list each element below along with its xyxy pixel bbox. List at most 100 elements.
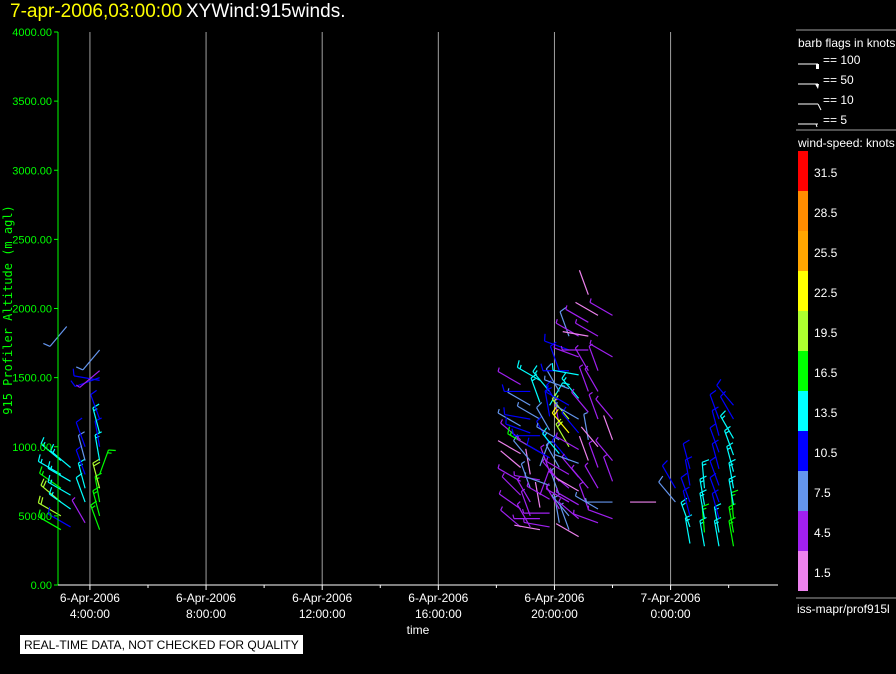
x-tick-date: 6-Apr-2006 xyxy=(524,591,584,605)
wind-profile-chart: 0.00 500.00 1000.00 1500.00 2000.00 2500.00 30… xyxy=(1,27,896,637)
wind-barb xyxy=(534,481,541,508)
barb-legend-label: == 5 xyxy=(823,113,847,127)
x-tick-time: 20:00:00 xyxy=(531,607,578,621)
wind-barb xyxy=(603,415,614,441)
speed-colorbar: 31.5 28.5 25.5 22.5 19.5 16.5 13.5 10.5 7.5 4.5 1.… xyxy=(798,151,838,591)
wind-barb xyxy=(555,477,579,492)
barb-legend-item: == 50 xyxy=(798,73,854,89)
wind-barb xyxy=(549,382,570,406)
wind-barb xyxy=(578,270,589,295)
x-tick-time: 0:00:00 xyxy=(651,607,691,621)
y-tick-label: 2000.00 xyxy=(12,304,52,316)
wind-barb xyxy=(500,450,521,468)
wind-barb xyxy=(522,508,550,514)
wind-barb xyxy=(728,516,736,547)
wind-barb xyxy=(536,422,560,441)
wind-barb xyxy=(709,389,720,420)
wind-barb xyxy=(512,514,540,520)
colorbar-label: 7.5 xyxy=(814,486,831,500)
wind-barb xyxy=(701,459,710,489)
colorbar-label: 22.5 xyxy=(814,286,838,300)
x-axis-ticks: 6-Apr-2006 4:00:00 6-Apr-2006 8:00:00 6-Apr-… xyxy=(60,585,730,621)
wind-barb xyxy=(551,363,579,376)
wind-barb xyxy=(498,489,521,510)
wind-barb xyxy=(684,456,693,486)
colorbar-swatch xyxy=(798,351,808,391)
wind-barb xyxy=(76,349,101,371)
barb-legend-label: == 50 xyxy=(823,73,854,87)
wind-barb xyxy=(501,384,531,393)
colorbar-swatch xyxy=(798,231,808,271)
x-tick-time: 8:00:00 xyxy=(186,607,226,621)
wind-barb xyxy=(661,460,676,489)
wind-barb xyxy=(578,435,589,461)
barb-legend: == 100 == 50 == 10 == 5 xyxy=(798,53,861,128)
wind-barb xyxy=(503,407,531,420)
y-axis-ticks: 0.00 500.00 1000.00 1500.00 2000.00 2500.00 30… xyxy=(12,27,58,592)
speed-legend-title: wind-speed: knots xyxy=(797,136,895,150)
colorbar-swatch xyxy=(798,551,808,591)
wind-barb xyxy=(584,462,599,489)
x-tick-date: 7-Apr-2006 xyxy=(641,591,701,605)
wind-barb xyxy=(684,514,693,544)
wind-barb xyxy=(92,486,101,517)
y-tick-label: 1500.00 xyxy=(12,373,52,385)
colorbar-label: 1.5 xyxy=(814,566,831,580)
colorbar-swatch xyxy=(798,151,808,191)
colorbar-swatch xyxy=(798,311,808,351)
x-tick-time: 16:00:00 xyxy=(415,607,462,621)
wind-barb xyxy=(525,448,531,475)
barb-legend-label: == 10 xyxy=(823,93,854,107)
wind-barb xyxy=(497,367,521,386)
y-tick-label: 3000.00 xyxy=(12,165,52,177)
wind-barb xyxy=(90,500,101,530)
wind-barb xyxy=(588,391,599,420)
wind-barb xyxy=(500,506,521,528)
y-tick-label: 4000.00 xyxy=(12,27,52,39)
wind-barb xyxy=(47,474,71,496)
y-tick-label: 3500.00 xyxy=(12,96,52,108)
wind-barb xyxy=(583,412,589,440)
wind-barb xyxy=(94,431,102,461)
y-axis-label: 915 Profiler Altitude (m agl) xyxy=(1,205,15,415)
colorbar-label: 28.5 xyxy=(814,206,838,220)
colorbar-label: 31.5 xyxy=(814,166,838,180)
wind-barb xyxy=(555,432,579,451)
wind-barb xyxy=(516,360,541,381)
x-tick-date: 6-Apr-2006 xyxy=(176,591,236,605)
x-tick-date: 6-Apr-2006 xyxy=(292,591,352,605)
barb-legend-item: == 100 xyxy=(798,53,861,69)
data-source-label: iss-mapr/prof915l xyxy=(797,602,890,616)
x-tick-time: 4:00:00 xyxy=(70,607,110,621)
wind-barb xyxy=(719,390,735,420)
colorbar-swatch xyxy=(798,271,808,311)
y-tick-label: 500.00 xyxy=(18,511,52,523)
colorbar-swatch xyxy=(798,391,808,431)
y-tick-label: 2500.00 xyxy=(12,234,52,246)
y-tick-label: 1000.00 xyxy=(12,442,52,454)
wind-barb xyxy=(709,423,720,453)
colorbar-swatch xyxy=(798,431,808,471)
x-tick-date: 6-Apr-2006 xyxy=(408,591,468,605)
wind-barb xyxy=(511,428,540,437)
x-tick-date: 6-Apr-2006 xyxy=(60,591,120,605)
wind-barb xyxy=(560,345,589,351)
wind-barb xyxy=(543,333,570,351)
x-axis-label: time xyxy=(407,623,430,637)
barb-legend-item: == 5 xyxy=(798,113,847,128)
quality-notice: REAL-TIME DATA, NOT CHECKED FOR QUALITY xyxy=(20,635,303,654)
barb-legend-label: == 100 xyxy=(823,53,861,67)
wind-barb xyxy=(523,518,550,528)
wind-barb xyxy=(75,472,86,503)
barb-legend-title: barb flags in knots xyxy=(798,36,895,50)
colorbar-label: 16.5 xyxy=(814,366,838,380)
barb-legend-item: == 10 xyxy=(798,93,854,111)
wind-barb xyxy=(699,489,707,519)
wind-barb xyxy=(713,516,722,547)
wind-barb xyxy=(561,372,580,399)
y-tick-label: 0.00 xyxy=(31,580,52,592)
wind-barb xyxy=(575,301,599,316)
wind-barb xyxy=(43,326,68,347)
wind-barb xyxy=(562,331,589,337)
wind-barb xyxy=(589,339,613,358)
